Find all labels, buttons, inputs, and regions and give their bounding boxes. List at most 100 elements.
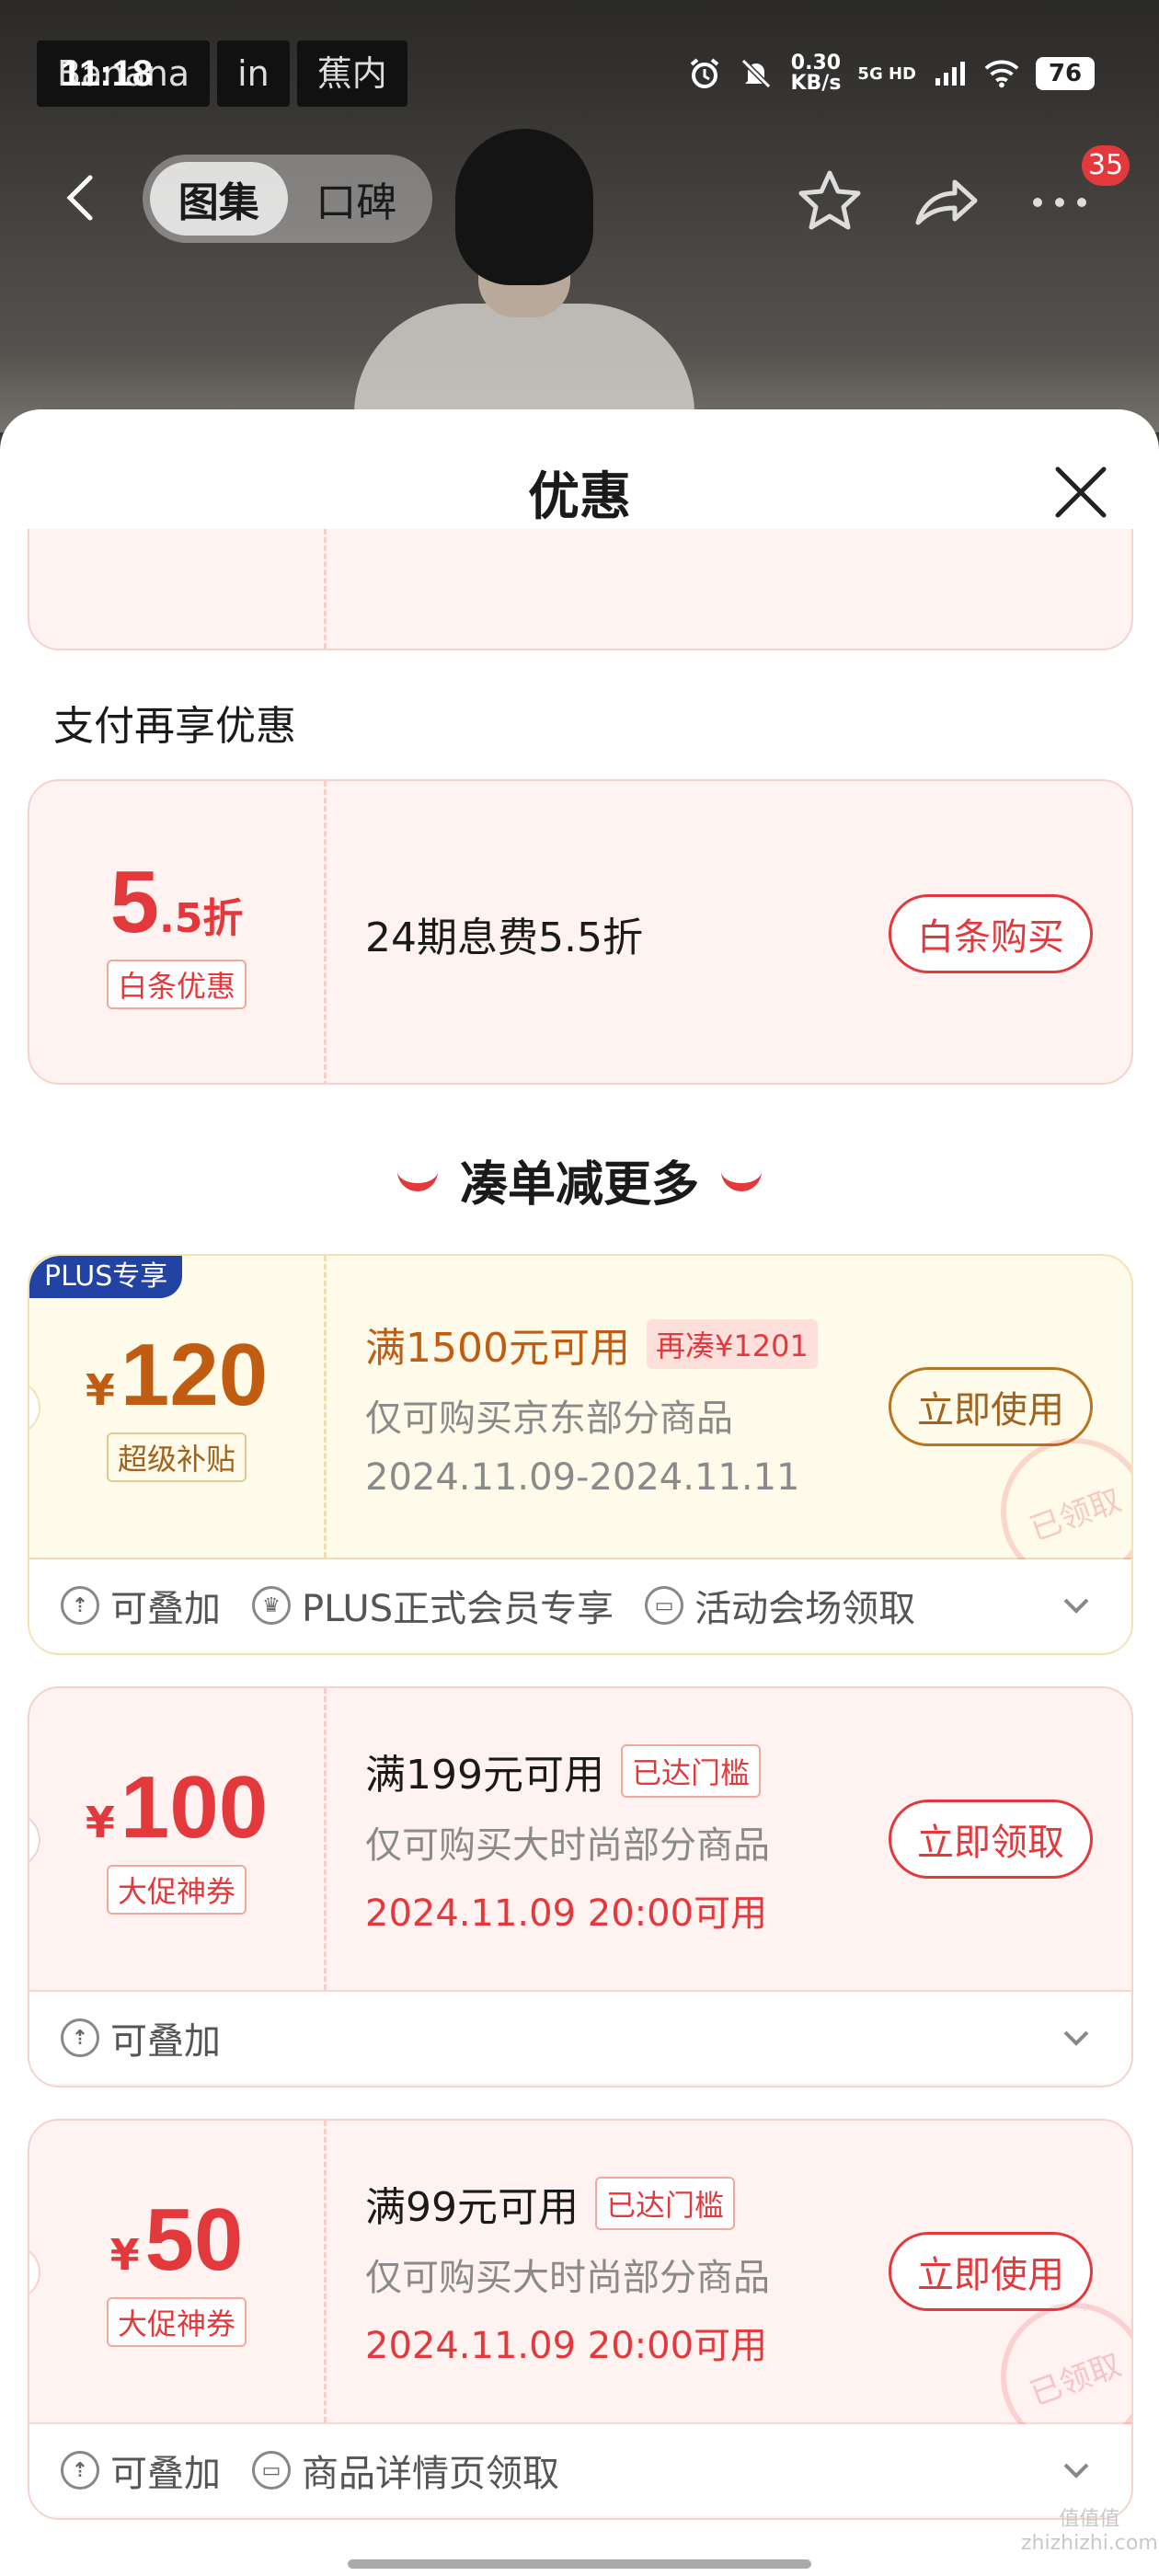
close-button[interactable] bbox=[1049, 460, 1113, 524]
coupon-features[interactable]: ⇡ 可叠加 ▭ 商品详情页领取 bbox=[29, 2424, 1131, 2516]
use-now-button[interactable]: 立即使用 bbox=[889, 1367, 1093, 1446]
coupon-pill: 已达门槛 bbox=[620, 1744, 761, 1798]
smile-decoration-right bbox=[721, 1169, 762, 1191]
coupon-info: 满99元可用 已达门槛 仅可购买大时尚部分商品 2024.11.09 20:00… bbox=[365, 2121, 770, 2422]
feature-stackable: ⇡ 可叠加 bbox=[61, 2011, 221, 2064]
coupon-amount-number: 120 bbox=[120, 1326, 269, 1424]
feature-label: 可叠加 bbox=[110, 2020, 221, 2063]
currency-symbol: ¥ bbox=[85, 1798, 115, 1847]
coupon-condition: 满99元可用 bbox=[365, 2184, 579, 2231]
use-now-button[interactable]: 立即使用 bbox=[889, 2232, 1093, 2311]
coupon-date: 2024.11.09 20:00可用 bbox=[365, 1892, 768, 1935]
net-speed-unit: KB/s bbox=[790, 72, 842, 95]
mute-bell-icon bbox=[739, 56, 774, 91]
coupon-date: 2024.11.09-2024.11.11 bbox=[365, 1456, 800, 1499]
coupon-baitiao: 5 .5折 白条优惠 24期息费5.5折 白条购买 bbox=[28, 779, 1133, 1085]
feature-stackable: ⇡ 可叠加 bbox=[61, 2444, 221, 2497]
close-icon bbox=[1055, 466, 1107, 518]
coupon-100: ¥ 100 大促神券 满199元可用 已达门槛 仅可购买大时尚部分商品 2024… bbox=[28, 1686, 1133, 2087]
section-pay-title: 支付再享优惠 bbox=[53, 703, 296, 750]
coupon-condition-row: 满1500元可用 再凑¥1201 bbox=[365, 1315, 818, 1374]
coupon-condition-row: 满99元可用 已达门槛 bbox=[365, 2174, 770, 2233]
coupon-tag: 白条优惠 bbox=[106, 960, 247, 1009]
net-speed: 0.30 KB/s bbox=[790, 53, 841, 94]
currency-symbol: ¥ bbox=[109, 2230, 140, 2280]
view-switcher: 图集 口碑 bbox=[143, 155, 432, 243]
coupon-tag: 大促神券 bbox=[106, 2297, 247, 2347]
stack-icon: ⇡ bbox=[61, 1586, 99, 1625]
feature-label: PLUS正式会员专享 bbox=[302, 1588, 614, 1630]
signal-icon bbox=[933, 56, 968, 91]
crown-icon: ♛ bbox=[252, 1586, 291, 1625]
feature-label: 活动会场领取 bbox=[694, 1588, 916, 1630]
tab-reviews[interactable]: 口碑 bbox=[288, 162, 426, 236]
share-button[interactable] bbox=[909, 166, 982, 239]
coupon-amount-number: 100 bbox=[120, 1758, 269, 1857]
coupon-value: ¥ 50 大促神券 bbox=[29, 2121, 324, 2422]
home-indicator[interactable] bbox=[348, 2559, 811, 2569]
discount-sheet: 优惠 支付再享优惠 5 .5折 白条优惠 24期息费5.5折 白条购买 凑单减更… bbox=[0, 409, 1159, 2576]
chevron-down-icon[interactable] bbox=[1058, 1587, 1095, 1624]
feature-stackable: ⇡ 可叠加 bbox=[61, 1579, 221, 1632]
coupon-condition: 24期息费5.5折 bbox=[365, 914, 643, 961]
coupon-amount-number: 5 bbox=[109, 853, 160, 951]
wifi-icon bbox=[984, 56, 1019, 91]
coupon-main: ¥ 50 大促神券 满99元可用 已达门槛 仅可购买大时尚部分商品 2024.1… bbox=[29, 2121, 1131, 2471]
coupon-info: 满1500元可用 再凑¥1201 仅可购买京东部分商品 2024.11.09-2… bbox=[365, 1256, 818, 1558]
sheet-title: 优惠 bbox=[528, 467, 631, 527]
coupon-main: ¥ 100 大促神券 满199元可用 已达门槛 仅可购买大时尚部分商品 2024… bbox=[29, 1688, 1131, 1992]
feature-label: 可叠加 bbox=[110, 1588, 221, 1630]
coupon-value: ¥ 120 超级补贴 bbox=[29, 1256, 324, 1558]
coupon-divider bbox=[324, 1256, 327, 1558]
coupon-pill: 再凑¥1201 bbox=[646, 1319, 818, 1369]
watermark-site: zhizhizhi.com bbox=[1021, 2532, 1158, 2555]
section-more-label: 凑单减更多 bbox=[459, 1157, 699, 1213]
chevron-down-icon[interactable] bbox=[1058, 2019, 1095, 2056]
coupon-tag: 大促神券 bbox=[106, 1865, 247, 1915]
stack-icon: ⇡ bbox=[61, 2451, 99, 2490]
system-icons: 0.30 KB/s 5G HD 76 bbox=[687, 37, 1095, 110]
share-icon bbox=[915, 179, 978, 225]
coupon-condition: 满199元可用 bbox=[365, 1752, 604, 1799]
coupon-amount-number: 50 bbox=[144, 2191, 244, 2289]
more-badge: 35 bbox=[1082, 145, 1130, 186]
feature-plus-member: ♛ PLUS正式会员专享 bbox=[252, 1579, 614, 1632]
coupon-features[interactable]: ⇡ 可叠加 ♛ PLUS正式会员专享 ▭ 活动会场领取 bbox=[29, 1559, 1131, 1651]
back-arrow-icon bbox=[66, 175, 93, 221]
coupon-condition: 满1500元可用 bbox=[365, 1325, 630, 1372]
coupon-amount: ¥ 50 bbox=[110, 2196, 244, 2284]
baitiao-buy-button[interactable]: 白条购买 bbox=[889, 894, 1093, 973]
ticket-icon: ▭ bbox=[645, 1586, 684, 1625]
coupon-amount: 5 .5折 bbox=[110, 858, 244, 947]
feature-venue: ▭ 活动会场领取 bbox=[645, 1579, 915, 1632]
coupon-desc: 仅可购买京东部分商品 bbox=[365, 1397, 733, 1440]
smile-decoration-left bbox=[396, 1169, 438, 1191]
net-speed-value: 0.30 bbox=[790, 52, 842, 75]
coupon-amount-suffix: .5折 bbox=[159, 895, 244, 942]
coupon-condition-row: 满199元可用 已达门槛 bbox=[365, 1742, 770, 1800]
star-icon bbox=[798, 170, 861, 230]
feature-label: 可叠加 bbox=[110, 2453, 221, 2495]
coupon-desc: 仅可购买大时尚部分商品 bbox=[365, 2257, 770, 2299]
plus-badge: PLUS专享 bbox=[29, 1256, 183, 1298]
claim-now-button[interactable]: 立即领取 bbox=[889, 1800, 1093, 1879]
feature-label: 商品详情页领取 bbox=[302, 2453, 559, 2495]
tab-gallery[interactable]: 图集 bbox=[150, 162, 288, 236]
stack-icon: ⇡ bbox=[61, 2018, 99, 2057]
currency-symbol: ¥ bbox=[85, 1365, 115, 1415]
coupon-value: 5 .5折 白条优惠 bbox=[29, 781, 324, 1083]
nav-bar: 图集 口碑 35 bbox=[0, 145, 1159, 248]
coupon-tag: 超级补贴 bbox=[106, 1432, 247, 1482]
coupon-main: 5 .5折 白条优惠 24期息费5.5折 白条购买 bbox=[29, 781, 1131, 1083]
favorite-button[interactable] bbox=[793, 166, 866, 239]
coupon-50: ¥ 50 大促神券 满99元可用 已达门槛 仅可购买大时尚部分商品 2024.1… bbox=[28, 2119, 1133, 2520]
chevron-down-icon[interactable] bbox=[1058, 2452, 1095, 2489]
coupon-amount: ¥ 100 bbox=[86, 1764, 268, 1852]
status-time: 11:18 bbox=[61, 53, 154, 94]
coupon-divider bbox=[324, 529, 327, 649]
coupon-info: 24期息费5.5折 bbox=[365, 781, 643, 1083]
alarm-icon bbox=[687, 56, 722, 91]
brand-chip-3: 蕉内 bbox=[296, 40, 407, 107]
coupon-features[interactable]: ⇡ 可叠加 bbox=[29, 1992, 1131, 2084]
back-button[interactable] bbox=[55, 170, 110, 225]
